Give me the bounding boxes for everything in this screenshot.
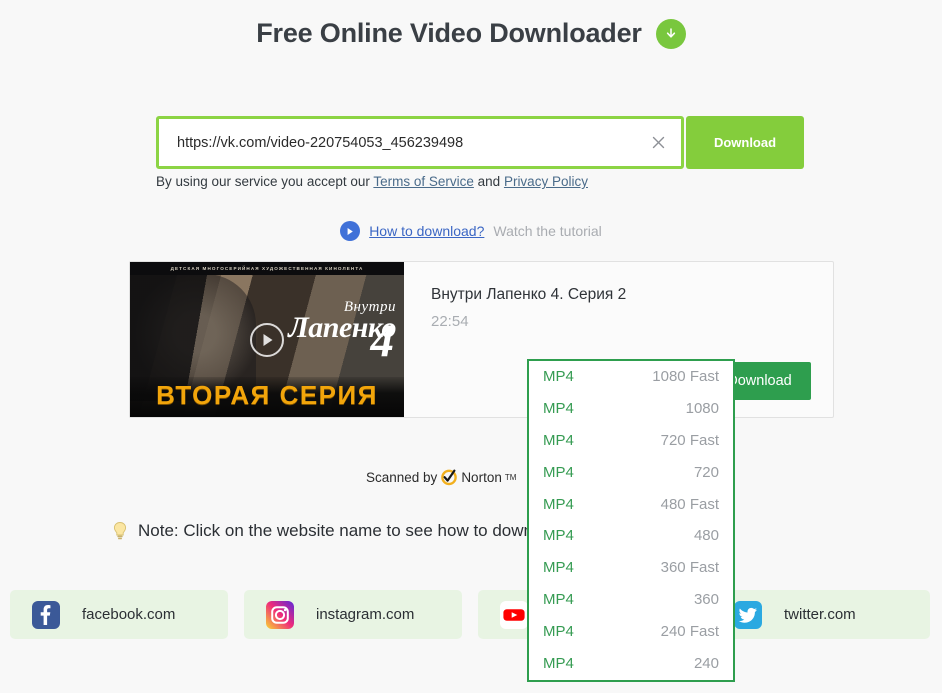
youtube-icon [500,600,528,629]
quality-resolution: 360 Fast [660,559,719,577]
site-label: facebook.com [82,606,176,623]
quality-resolution: 360 [693,590,719,608]
quality-format: MP4 [543,431,574,449]
quality-resolution: 240 Fast [660,622,719,640]
site-card-facebook[interactable]: facebook.com [10,590,228,639]
url-search-row: https://vk.com/video-220754053_456239498… [156,116,804,169]
quality-option[interactable]: MP4 360 Fast [529,552,733,584]
watch-tutorial-label: Watch the tutorial [493,223,602,239]
quality-format: MP4 [543,590,574,608]
norton-trademark: TM [504,472,517,482]
quality-option[interactable]: MP4 240 Fast [529,615,733,647]
url-input-value[interactable]: https://vk.com/video-220754053_456239498 [177,135,647,151]
play-icon[interactable] [340,221,361,241]
supported-sites-list: facebook.com instagram.com youtube.com t… [10,590,932,639]
quality-option[interactable]: MP4 1080 [529,393,733,425]
terms-prefix: By using our service you accept our [156,174,374,189]
norton-badge: Scanned by Norton TM [366,468,516,486]
privacy-policy-link[interactable]: Privacy Policy [504,174,588,189]
video-duration: 22:54 [431,313,469,330]
quality-option[interactable]: MP4 720 Fast [529,425,733,457]
terms-disclaimer: By using our service you accept our Term… [156,174,588,189]
thumbnail-logo-number: 4 [370,315,395,367]
quality-resolution: 1080 [685,400,719,418]
quality-option[interactable]: MP4 720 [529,456,733,488]
search-input[interactable]: https://vk.com/video-220754053_456239498 [156,116,684,169]
quality-format: MP4 [543,495,574,513]
quality-format: MP4 [543,400,574,418]
facebook-icon [32,600,60,629]
quality-option[interactable]: MP4 1080 Fast [529,361,733,393]
page-header: Free Online Video Downloader [0,18,942,49]
lightbulb-icon [112,521,128,541]
quality-resolution: 240 [693,654,719,672]
terms-middle: and [473,174,504,189]
instagram-icon [266,600,294,629]
video-title: Внутри Лапенко 4. Серия 2 [431,286,627,303]
site-card-twitter[interactable]: twitter.com [712,590,930,639]
page-title: Free Online Video Downloader [256,18,642,48]
norton-scanned-by-label: Scanned by [366,469,438,485]
site-label: instagram.com [316,606,415,623]
quality-option[interactable]: MP4 480 [529,520,733,552]
download-button[interactable]: Download [686,116,804,169]
norton-check-icon [440,468,458,486]
quality-resolution: 720 Fast [660,431,719,449]
download-arrow-icon [655,18,686,49]
quality-option[interactable]: MP4 360 [529,584,733,616]
quality-dropdown-menu[interactable]: MP4 1080 Fast MP4 1080 MP4 720 Fast MP4 … [527,359,735,682]
tutorial-row: How to download? Watch the tutorial [0,221,942,241]
quality-format: MP4 [543,654,574,672]
thumbnail-bottom-banner-text: ВТОРАЯ СЕРИЯ [156,379,378,410]
thumbnail-play-icon[interactable] [250,322,284,357]
quality-format: MP4 [543,463,574,481]
thumbnail-top-banner-text: ДЕТСКАЯ МНОГОСЕРИЙНАЯ ХУДОЖЕСТВЕННАЯ КИН… [170,266,364,271]
quality-option[interactable]: MP4 480 Fast [529,488,733,520]
quality-resolution: 480 [693,527,719,545]
quality-format: MP4 [543,368,574,386]
thumbnail-top-banner: ДЕТСКАЯ МНОГОСЕРИЙНАЯ ХУДОЖЕСТВЕННАЯ КИН… [130,262,404,275]
close-icon[interactable] [647,132,669,154]
thumbnail-logo: Внутри Лапенко 4 [288,300,396,365]
quality-option[interactable]: MP4 240 [529,647,733,679]
quality-format: MP4 [543,622,574,640]
thumbnail-bottom-banner: ВТОРАЯ СЕРИЯ [130,377,404,417]
how-to-download-link[interactable]: How to download? [369,223,484,239]
quality-resolution: 720 [693,463,719,481]
quality-resolution: 480 Fast [660,495,719,513]
site-label: twitter.com [784,606,856,623]
quality-format: MP4 [543,559,574,577]
quality-format: MP4 [543,527,574,545]
video-thumbnail[interactable]: ДЕТСКАЯ МНОГОСЕРИЙНАЯ ХУДОЖЕСТВЕННАЯ КИН… [130,262,404,417]
twitter-icon [734,600,762,629]
quality-resolution: 1080 Fast [652,368,719,386]
site-card-instagram[interactable]: instagram.com [244,590,462,639]
norton-brand-label: Norton [461,469,502,485]
terms-of-service-link[interactable]: Terms of Service [373,174,474,189]
